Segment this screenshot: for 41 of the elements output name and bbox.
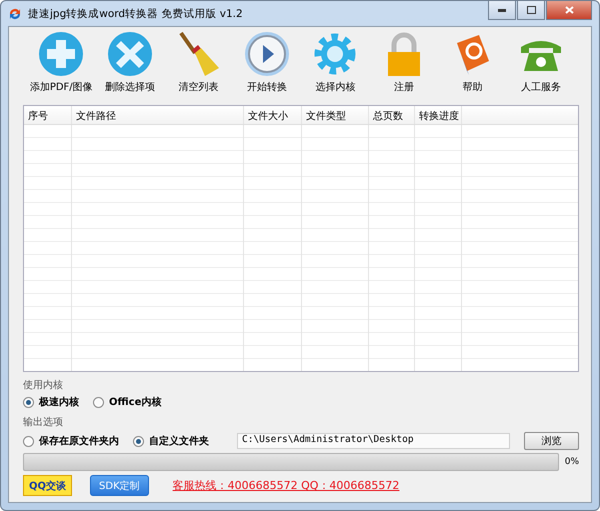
radio-dot[interactable] [93, 396, 104, 408]
column-header[interactable]: 转换进度 [415, 106, 462, 124]
progress-percent: 0% [564, 457, 579, 467]
radio-button[interactable]: 自定义文件夹 [133, 434, 209, 448]
toolbar-button[interactable]: 清空列表 [164, 31, 232, 105]
path-field[interactable]: C:\Users\Administrator\Desktop [237, 433, 510, 449]
browse-button[interactable]: 浏览 [524, 432, 579, 450]
column-header[interactable]: 文件路径 [72, 106, 244, 124]
play-icon [244, 31, 290, 77]
minimize-button[interactable] [488, 1, 516, 20]
close-icon [564, 6, 574, 14]
column-header[interactable]: 总页数 [369, 106, 415, 124]
column-header[interactable]: 序号 [24, 106, 72, 124]
radio-button[interactable]: 极速内核 [23, 395, 79, 409]
section-label: 输出选项 [23, 416, 64, 429]
hotline-link[interactable]: 客服热线：4006685572 QQ：4006685572 [172, 478, 400, 493]
toolbar-button[interactable]: 选择内核 [301, 31, 370, 105]
radio-button[interactable]: 保存在原文件夹内 [23, 434, 119, 448]
column-header[interactable]: 文件大小 [244, 106, 302, 124]
gear-icon [312, 31, 358, 77]
section-label: 使用内核 [23, 378, 64, 392]
radio-dot[interactable] [23, 396, 34, 408]
toolbar-button[interactable]: 人工服务 [506, 31, 575, 105]
qq-chat-button[interactable]: QQ交谈 [23, 475, 72, 496]
toolbar-button[interactable]: 添加PDF/图像 [27, 31, 96, 105]
minimize-icon [498, 8, 506, 12]
plus-icon [38, 31, 84, 77]
toolbar-button[interactable]: 注册 [370, 31, 438, 105]
column-header[interactable]: 文件类型 [302, 106, 369, 124]
toolbar-button[interactable]: 开始转换 [232, 31, 301, 105]
radio-dot[interactable] [133, 436, 144, 446]
radio-dot[interactable] [23, 436, 34, 446]
close-icon [106, 31, 153, 77]
toolbar-button[interactable]: 删除选择项 [96, 31, 164, 105]
window-title: 捷速jpg转换成word转换器 免费试用版 v1.2 [28, 6, 243, 20]
app-logo-icon [8, 6, 22, 20]
radio-button[interactable]: Office内核 [93, 395, 162, 409]
toolbar-button[interactable]: 帮助 [438, 31, 506, 105]
maximize-icon [526, 6, 536, 14]
close-button[interactable] [546, 1, 592, 20]
maximize-button[interactable] [517, 1, 545, 20]
